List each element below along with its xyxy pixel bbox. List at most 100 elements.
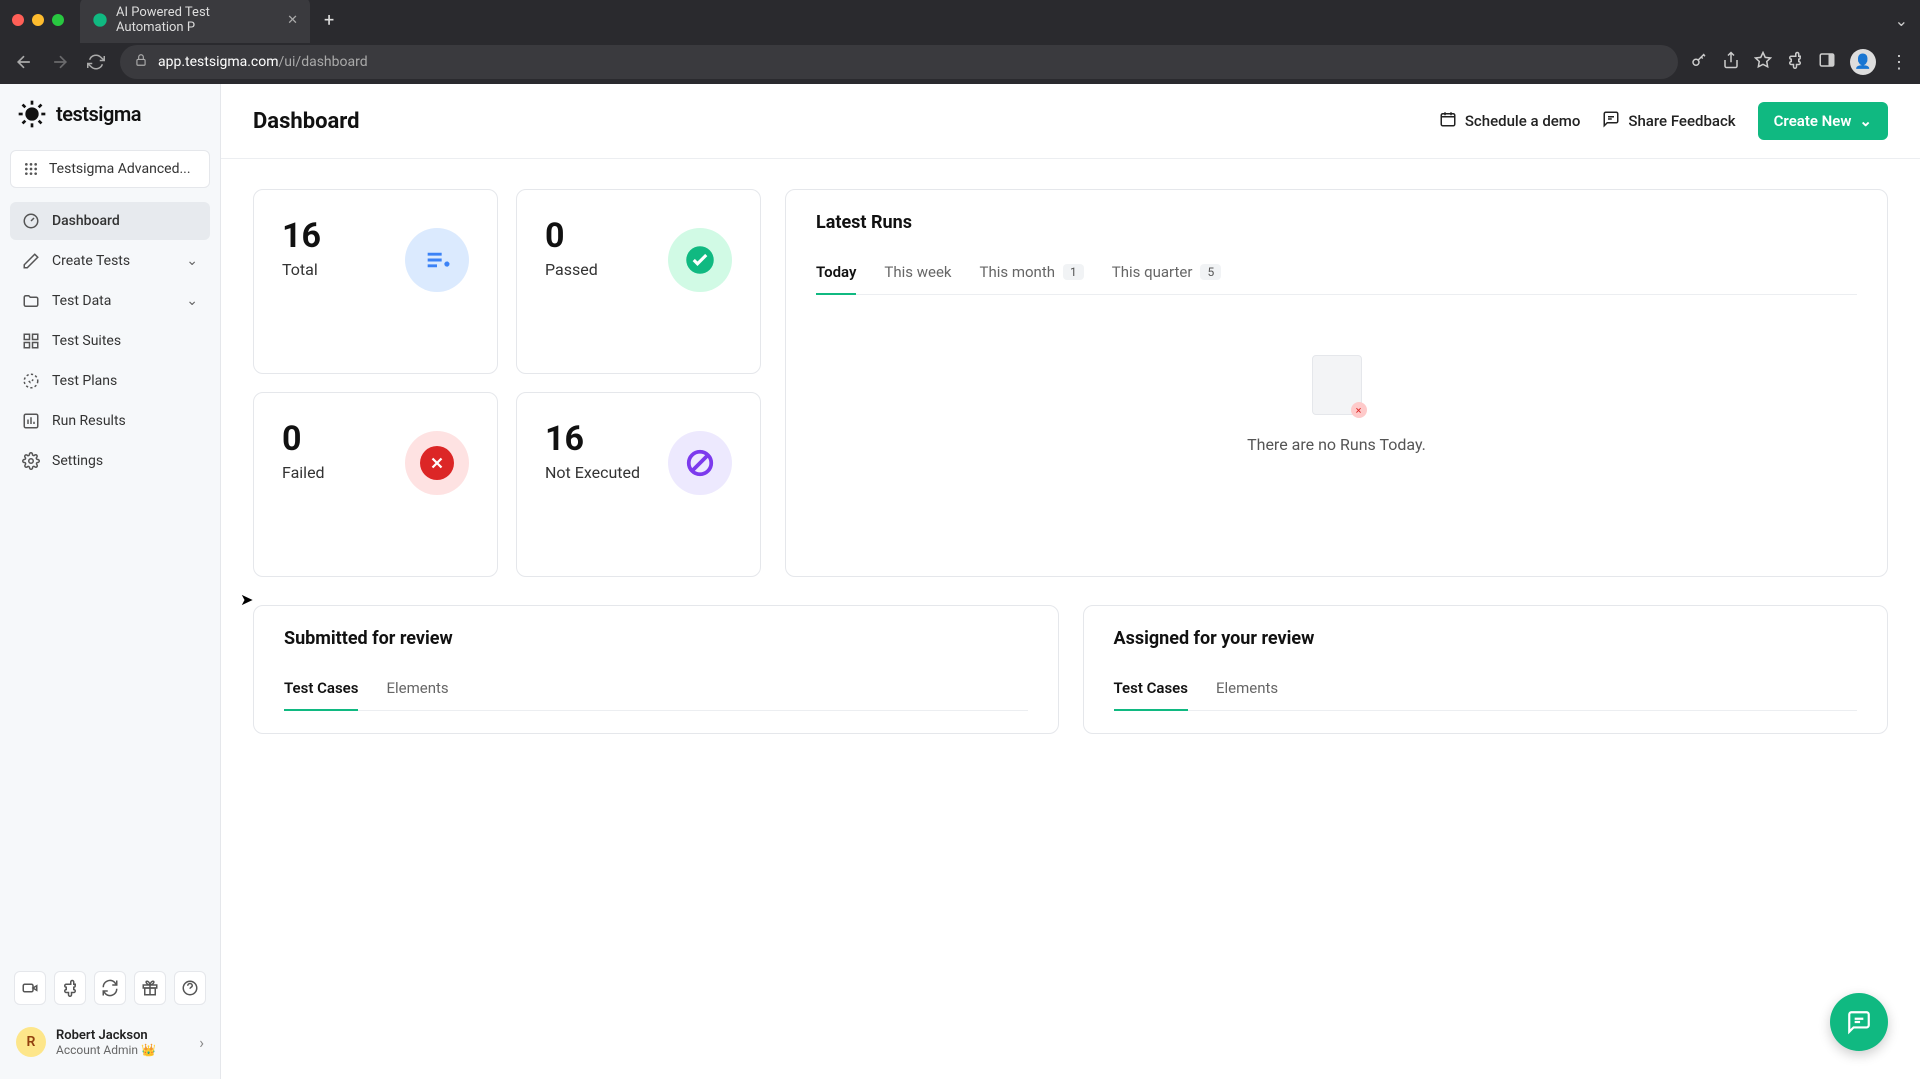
lock-icon — [134, 53, 148, 71]
tab-this-week[interactable]: This week — [884, 251, 951, 295]
key-icon[interactable] — [1690, 51, 1708, 73]
tab-test-cases[interactable]: Test Cases — [284, 667, 358, 711]
maximize-window-button[interactable] — [52, 14, 64, 26]
sidebar-footer: R Robert Jackson Account Admin 👑 › — [10, 965, 210, 1065]
footer-puzzle-icon[interactable] — [54, 971, 86, 1005]
user-menu[interactable]: R Robert Jackson Account Admin 👑 › — [10, 1019, 210, 1065]
tab-test-cases[interactable]: Test Cases — [1114, 667, 1188, 711]
stat-label: Total — [282, 260, 321, 279]
extensions-icon[interactable] — [1786, 51, 1804, 73]
footer-sync-icon[interactable] — [94, 971, 126, 1005]
sidebar-item-test-plans[interactable]: Test Plans — [10, 362, 210, 400]
sidebar-item-test-suites[interactable]: Test Suites — [10, 322, 210, 360]
app-root: testsigma Testsigma Advanced... Dashboar… — [0, 84, 1920, 1079]
chevron-down-icon: ⌄ — [1859, 112, 1872, 130]
page-title: Dashboard — [253, 109, 360, 134]
failed-icon — [405, 431, 469, 495]
share-feedback-button[interactable]: Share Feedback — [1602, 110, 1735, 132]
tab-title: AI Powered Test Automation P — [116, 5, 275, 35]
profile-avatar[interactable]: 👤 — [1850, 49, 1876, 75]
footer-gift-icon[interactable] — [134, 971, 166, 1005]
create-new-label: Create New — [1774, 112, 1852, 130]
project-name: Testsigma Advanced... — [49, 161, 191, 177]
browser-tab[interactable]: AI Powered Test Automation P ✕ — [80, 0, 310, 43]
user-avatar: R — [16, 1027, 46, 1057]
tab-favicon-icon — [92, 12, 108, 28]
panel-icon[interactable] — [1818, 51, 1836, 73]
submitted-title: Submitted for review — [284, 628, 1028, 649]
total-icon — [405, 228, 469, 292]
footer-record-icon[interactable] — [14, 971, 46, 1005]
logo-icon — [16, 98, 48, 130]
share-feedback-label: Share Feedback — [1628, 112, 1735, 130]
sidebar-item-test-data[interactable]: Test Data ⌄ — [10, 282, 210, 320]
tab-elements[interactable]: Elements — [386, 667, 448, 711]
chat-fab[interactable] — [1830, 993, 1888, 1051]
tab-this-quarter[interactable]: This quarter5 — [1112, 251, 1221, 295]
project-selector[interactable]: Testsigma Advanced... — [10, 150, 210, 188]
reload-button[interactable] — [84, 50, 108, 74]
submitted-review-card: Submitted for review Test Cases Elements — [253, 605, 1059, 734]
assigned-title: Assigned for your review — [1114, 628, 1858, 649]
tab-elements[interactable]: Elements — [1216, 667, 1278, 711]
empty-message: There are no Runs Today. — [1247, 435, 1426, 454]
tab-today[interactable]: Today — [816, 251, 856, 295]
forward-button[interactable] — [48, 50, 72, 74]
tab-this-month[interactable]: This month1 — [980, 251, 1084, 295]
create-new-button[interactable]: Create New ⌄ — [1758, 102, 1888, 140]
target-icon — [22, 372, 40, 390]
sidebar-item-settings[interactable]: Settings — [10, 442, 210, 480]
browser-menu-icon[interactable]: ⋮ — [1890, 52, 1908, 73]
latest-runs-title: Latest Runs — [816, 212, 1857, 233]
back-button[interactable] — [12, 50, 36, 74]
stat-value: 16 — [282, 216, 321, 256]
stat-value: 0 — [282, 419, 325, 459]
sidebar-item-create-tests[interactable]: Create Tests ⌄ — [10, 242, 210, 280]
footer-help-icon[interactable] — [174, 971, 206, 1005]
sidebar-item-label: Dashboard — [52, 213, 120, 229]
stat-failed[interactable]: 0 Failed — [253, 392, 498, 577]
quarter-badge: 5 — [1200, 264, 1221, 280]
sidebar-item-run-results[interactable]: Run Results — [10, 402, 210, 440]
month-badge: 1 — [1063, 264, 1084, 280]
user-role: Account Admin 👑 — [56, 1043, 156, 1057]
browser-actions: 👤 ⋮ — [1690, 49, 1908, 75]
stat-not-executed[interactable]: 16 Not Executed — [516, 392, 761, 577]
url-bar: app.testsigma.com/ui/dashboard 👤 ⋮ — [0, 40, 1920, 84]
browser-chrome: AI Powered Test Automation P ✕ + ⌄ app.t… — [0, 0, 1920, 84]
sidebar-item-dashboard[interactable]: Dashboard — [10, 202, 210, 240]
stat-total[interactable]: 16 Total — [253, 189, 498, 374]
empty-document-icon — [1312, 355, 1362, 415]
stat-value: 16 — [545, 419, 640, 459]
url-domain: app.testsigma.com — [158, 54, 279, 70]
pencil-icon — [22, 252, 40, 270]
star-icon[interactable] — [1754, 51, 1772, 73]
calendar-icon — [1439, 110, 1457, 132]
schedule-demo-button[interactable]: Schedule a demo — [1439, 110, 1581, 132]
logo: testsigma — [10, 98, 210, 144]
tabs-dropdown-icon[interactable]: ⌄ — [1895, 11, 1908, 30]
window-controls — [12, 14, 64, 26]
close-window-button[interactable] — [12, 14, 24, 26]
feedback-icon — [1602, 110, 1620, 132]
chevron-right-icon: › — [199, 1033, 204, 1052]
share-icon[interactable] — [1722, 51, 1740, 73]
stat-value: 0 — [545, 216, 598, 256]
chevron-down-icon: ⌄ — [186, 253, 198, 269]
sidebar-item-label: Settings — [52, 453, 103, 469]
chart-icon — [22, 412, 40, 430]
stats-grid: 16 Total 0 Passed 0 — [253, 189, 761, 577]
url-path: /ui/dashboard — [279, 54, 368, 70]
sidebar-item-label: Test Suites — [52, 333, 121, 349]
suites-icon — [22, 332, 40, 350]
new-tab-button[interactable]: + — [324, 10, 334, 31]
sidebar-item-label: Run Results — [52, 413, 126, 429]
stat-passed[interactable]: 0 Passed — [516, 189, 761, 374]
topbar: Dashboard Schedule a demo Share Feedback… — [221, 84, 1920, 159]
minimize-window-button[interactable] — [32, 14, 44, 26]
chevron-down-icon: ⌄ — [186, 293, 198, 309]
assigned-review-card: Assigned for your review Test Cases Elem… — [1083, 605, 1889, 734]
close-tab-icon[interactable]: ✕ — [287, 13, 298, 28]
logo-text: testsigma — [56, 102, 141, 126]
url-input[interactable]: app.testsigma.com/ui/dashboard — [120, 45, 1678, 79]
